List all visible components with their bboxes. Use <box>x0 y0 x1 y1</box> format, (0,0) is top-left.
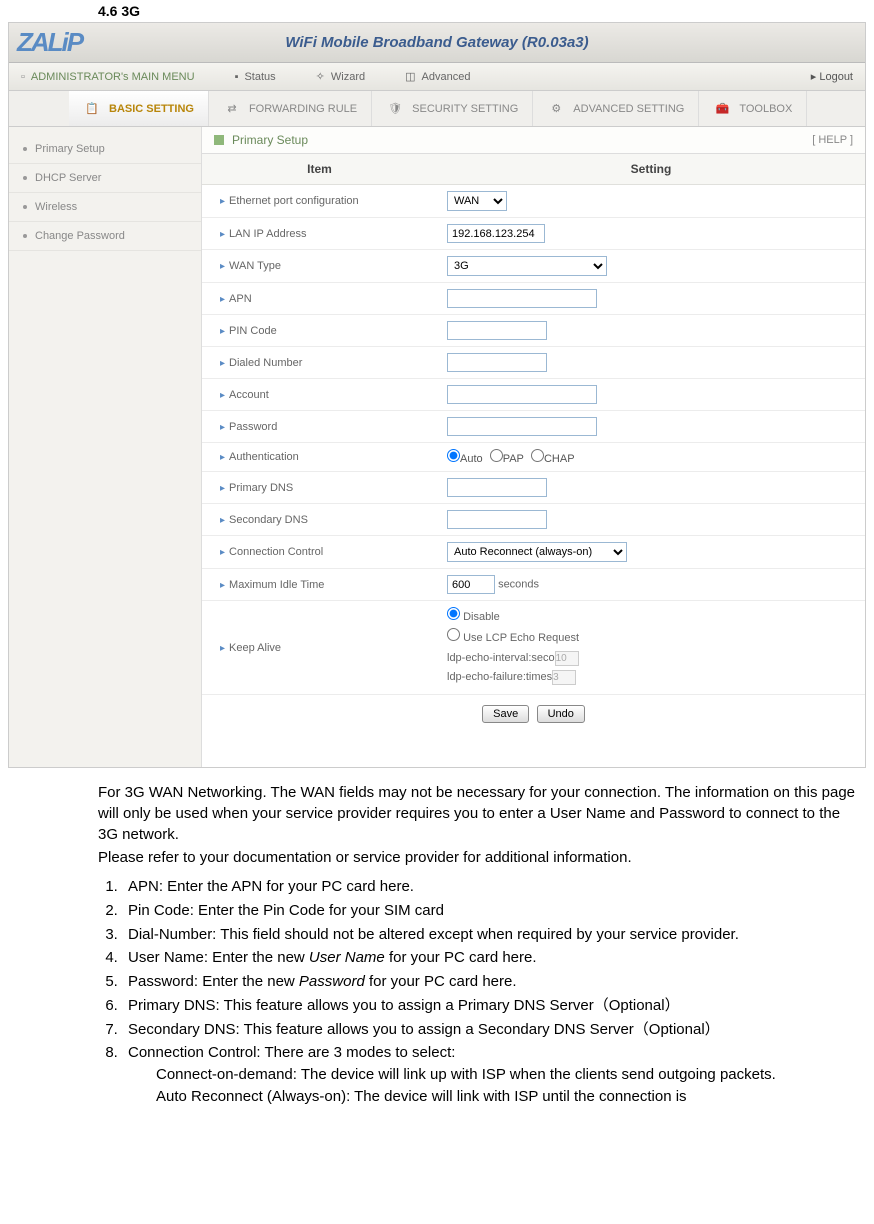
advanced-tab-icon: ⚙ <box>547 100 565 118</box>
sdns-input[interactable] <box>447 510 547 529</box>
sidebar-item-primary-setup[interactable]: Primary Setup <box>9 135 201 164</box>
settings-table: Item Setting ▸Ethernet port configuratio… <box>202 154 865 695</box>
forwarding-icon: ⇄ <box>223 100 241 118</box>
basic-icon: 📋 <box>83 100 101 118</box>
doc-li3: Dial-Number: This field should not be al… <box>122 924 864 946</box>
undo-button[interactable]: Undo <box>537 705 585 723</box>
doc-li2: Pin Code: Enter the Pin Code for your SI… <box>122 900 864 922</box>
pdns-input[interactable] <box>447 478 547 497</box>
row-account: ▸Account <box>202 379 865 411</box>
row-max-idle: ▸Maximum Idle Time seconds <box>202 569 865 601</box>
password-input[interactable] <box>447 417 597 436</box>
doc-li6: Primary DNS: This feature allows you to … <box>122 995 864 1017</box>
advanced-menu[interactable]: ◫Advanced <box>405 70 470 83</box>
row-conn-ctrl: ▸Connection Control Auto Reconnect (alwa… <box>202 536 865 569</box>
col-item: Item <box>202 154 437 185</box>
lcp-failure-input[interactable] <box>552 670 576 685</box>
panel-header-icon <box>214 135 224 145</box>
row-sdns: ▸Secondary DNS <box>202 504 865 536</box>
router-ui-screenshot: ZALiP WiFi Mobile Broadband Gateway (R0.… <box>8 22 866 768</box>
sidebar-item-wireless[interactable]: Wireless <box>9 193 201 222</box>
doc-li5: Password: Enter the new Password for you… <box>122 971 864 993</box>
wizard-icon: ✧ <box>316 70 325 83</box>
header-title: WiFi Mobile Broadband Gateway (R0.03a3) <box>285 34 588 51</box>
status-icon: ▪ <box>235 71 239 83</box>
auth-pap-radio[interactable] <box>490 449 503 462</box>
lan-ip-input[interactable] <box>447 224 545 243</box>
doc-li4: User Name: Enter the new User Name for y… <box>122 947 864 969</box>
logo: ZALiP <box>17 29 82 57</box>
tab-security-setting[interactable]: 🛡SECURITY SETTING <box>372 91 533 126</box>
button-row: Save Undo <box>202 695 865 733</box>
keepalive-disable-radio[interactable] <box>447 607 460 620</box>
section-title: 4.6 3G <box>0 0 874 22</box>
row-keep-alive: ▸Keep Alive Disable Use LCP Echo Request… <box>202 601 865 695</box>
tab-forwarding-rule[interactable]: ⇄FORWARDING RULE <box>209 91 372 126</box>
sidebar: Primary Setup DHCP Server Wireless Chang… <box>9 127 201 767</box>
tab-toolbox[interactable]: 🧰TOOLBOX <box>699 91 807 126</box>
main-panel: Primary Setup [ HELP ] Item Setting ▸Eth… <box>201 127 865 767</box>
row-lan-ip: ▸LAN IP Address <box>202 218 865 250</box>
tab-basic-setting[interactable]: 📋BASIC SETTING <box>69 91 209 126</box>
pin-input[interactable] <box>447 321 547 340</box>
tab-bar: 📋BASIC SETTING ⇄FORWARDING RULE 🛡SECURIT… <box>9 91 865 127</box>
doc-li1: APN: Enter the APN for your PC card here… <box>122 876 864 898</box>
row-pdns: ▸Primary DNS <box>202 472 865 504</box>
row-apn: ▸APN <box>202 283 865 315</box>
tab-advanced-setting[interactable]: ⚙ADVANCED SETTING <box>533 91 699 126</box>
max-idle-input[interactable] <box>447 575 495 594</box>
eth-port-select[interactable]: WAN <box>447 191 507 211</box>
conn-ctrl-select[interactable]: Auto Reconnect (always-on) <box>447 542 627 562</box>
toolbox-icon: 🧰 <box>713 100 731 118</box>
logout-menu[interactable]: ▸ Logout <box>811 70 853 83</box>
panel-title: Primary Setup <box>232 133 308 147</box>
row-wan-type: ▸WAN Type 3G <box>202 250 865 283</box>
status-menu[interactable]: ▪Status <box>235 71 276 83</box>
header-bar: ZALiP WiFi Mobile Broadband Gateway (R0.… <box>9 23 865 63</box>
dialed-input[interactable] <box>447 353 547 372</box>
top-menu: ▫ ADMINISTRATOR's MAIN MENU ▪Status ✧Wiz… <box>9 63 865 91</box>
row-dialed: ▸Dialed Number <box>202 347 865 379</box>
row-eth-port: ▸Ethernet port configuration WAN <box>202 185 865 218</box>
security-icon: 🛡 <box>386 100 404 118</box>
row-auth: ▸Authentication Auto PAP CHAP <box>202 443 865 472</box>
wan-type-select[interactable]: 3G <box>447 256 607 276</box>
auth-auto-radio[interactable] <box>447 449 460 462</box>
sidebar-item-change-password[interactable]: Change Password <box>9 222 201 251</box>
apn-input[interactable] <box>447 289 597 308</box>
row-pin: ▸PIN Code <box>202 315 865 347</box>
account-input[interactable] <box>447 385 597 404</box>
advanced-icon: ◫ <box>405 70 415 83</box>
doc-list: APN: Enter the APN for your PC card here… <box>0 876 874 1116</box>
row-password: ▸Password <box>202 411 865 443</box>
menu-expand-icon[interactable]: ▫ <box>21 71 25 83</box>
help-link[interactable]: [ HELP ] <box>812 134 853 146</box>
col-setting: Setting <box>437 154 865 185</box>
admin-menu[interactable]: ADMINISTRATOR's MAIN MENU <box>31 71 195 83</box>
auth-chap-radio[interactable] <box>531 449 544 462</box>
lcp-interval-input[interactable] <box>555 651 579 666</box>
doc-intro: For 3G WAN Networking. The WAN fields ma… <box>0 776 874 876</box>
sidebar-item-dhcp-server[interactable]: DHCP Server <box>9 164 201 193</box>
doc-li8: Connection Control: There are 3 modes to… <box>122 1042 864 1107</box>
doc-li7: Secondary DNS: This feature allows you t… <box>122 1019 864 1041</box>
keepalive-lcp-radio[interactable] <box>447 628 460 641</box>
save-button[interactable]: Save <box>482 705 529 723</box>
content-area: Primary Setup DHCP Server Wireless Chang… <box>9 127 865 767</box>
panel-header: Primary Setup [ HELP ] <box>202 127 865 154</box>
wizard-menu[interactable]: ✧Wizard <box>316 70 365 83</box>
